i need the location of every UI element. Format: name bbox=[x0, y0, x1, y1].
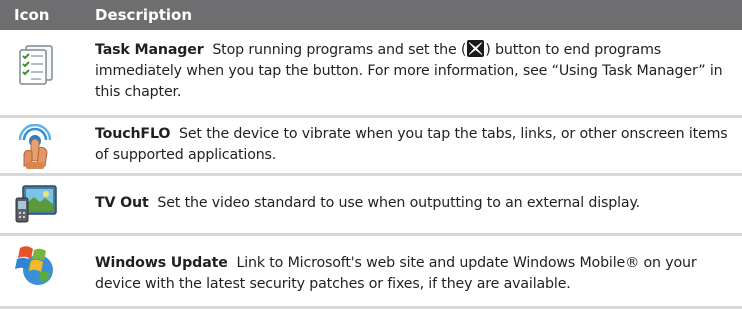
task-manager-icon bbox=[14, 44, 56, 86]
task-manager-description: Task Manager Stop running programs and s… bbox=[95, 40, 731, 103]
header-icon-label: Icon bbox=[14, 6, 50, 24]
row-title: TV Out bbox=[95, 195, 149, 211]
table-row: TouchFLO Set the device to vibrate when … bbox=[0, 118, 742, 176]
table-row: TV Out Set the video standard to use whe… bbox=[0, 176, 742, 236]
table-header: Icon Description bbox=[0, 0, 742, 30]
row-text-before: Stop running programs and set the ( bbox=[212, 42, 467, 58]
windows-update-icon bbox=[14, 242, 56, 285]
close-x-icon bbox=[467, 40, 485, 57]
windows-update-description: Windows Update Link to Microsoft's web s… bbox=[95, 253, 731, 295]
tv-out-icon bbox=[14, 184, 57, 226]
table-row: Task Manager Stop running programs and s… bbox=[0, 30, 742, 118]
row-text: Set the video standard to use when outpu… bbox=[157, 195, 641, 211]
touchflo-description: TouchFLO Set the device to vibrate when … bbox=[95, 124, 731, 166]
row-title: Windows Update bbox=[95, 255, 228, 271]
tv-out-description: TV Out Set the video standard to use whe… bbox=[95, 193, 731, 214]
touchflo-icon bbox=[14, 123, 56, 169]
row-text: Set the device to vibrate when you tap t… bbox=[95, 126, 728, 163]
row-title: TouchFLO bbox=[95, 126, 171, 142]
row-title: Task Manager bbox=[95, 42, 204, 58]
table-row: Windows Update Link to Microsoft's web s… bbox=[0, 236, 742, 309]
header-description-label: Description bbox=[95, 6, 193, 24]
